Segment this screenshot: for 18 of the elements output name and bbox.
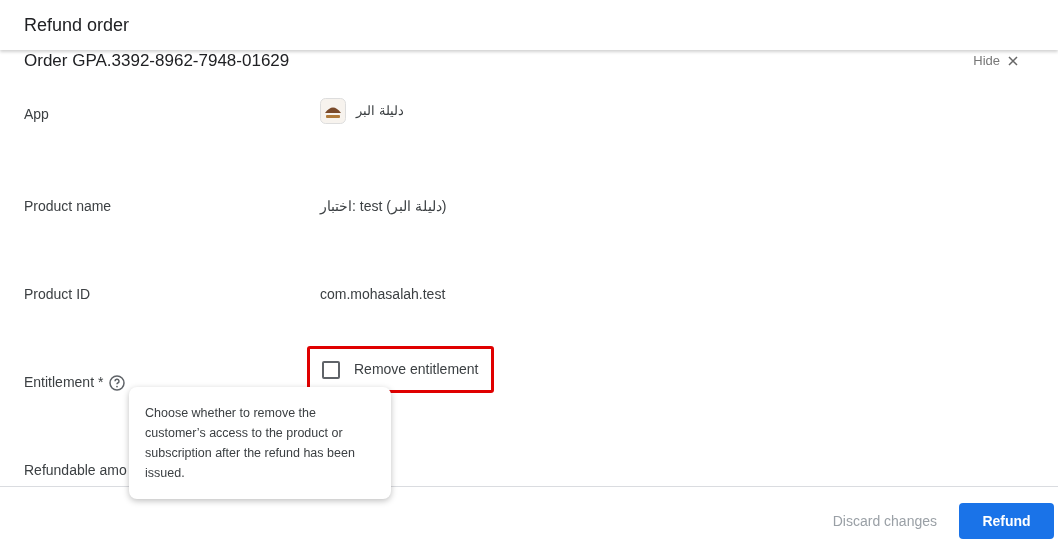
- field-value: com.mohasalah.test: [320, 285, 446, 304]
- checkbox-label[interactable]: Remove entitlement: [354, 359, 479, 380]
- close-icon: [1008, 56, 1018, 66]
- checkbox[interactable]: [322, 360, 340, 379]
- field-label: Product name: [24, 197, 112, 216]
- refund-button[interactable]: Refund: [959, 503, 1054, 539]
- app-name: دليلة البر: [356, 102, 404, 121]
- tooltip: Choose whether to remove the customer’s access to the product or subscription after the refund has been issued.: [129, 387, 391, 499]
- field-label: Refundable amo: [24, 461, 127, 480]
- help-icon[interactable]: [109, 374, 126, 391]
- field-value: اختبار: test (دليلة البر): [320, 197, 447, 217]
- app-icon: [320, 98, 346, 124]
- field-label: App: [24, 105, 49, 124]
- order-heading: Order GPA.3392-8962-7948-01629: [24, 51, 290, 71]
- field-label: Product ID: [24, 285, 91, 304]
- field-label: Entitlement *: [24, 373, 104, 392]
- dialog-title: Refund order: [24, 13, 130, 37]
- hide-link[interactable]: Hide: [973, 53, 1018, 69]
